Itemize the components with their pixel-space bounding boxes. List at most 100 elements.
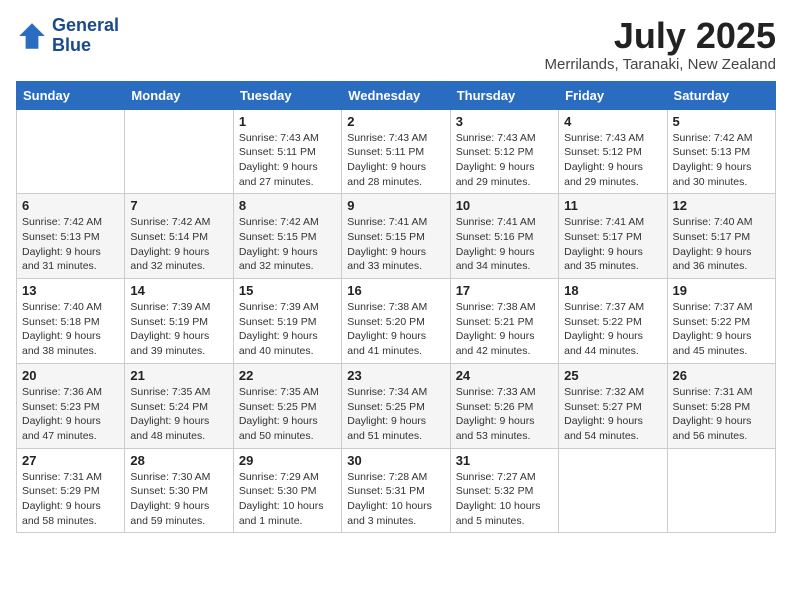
daylight-text: Daylight: 9 hours and 33 minutes. <box>347 246 426 273</box>
sunrise-text: Sunrise: 7:39 AM <box>239 301 319 313</box>
daylight-text: Daylight: 9 hours and 48 minutes. <box>130 415 209 442</box>
sunrise-text: Sunrise: 7:35 AM <box>130 386 210 398</box>
day-info: Sunrise: 7:27 AM Sunset: 5:32 PM Dayligh… <box>456 470 553 529</box>
sunrise-text: Sunrise: 7:37 AM <box>564 301 644 313</box>
sunset-text: Sunset: 5:27 PM <box>564 401 642 413</box>
calendar-cell: 9 Sunrise: 7:41 AM Sunset: 5:15 PM Dayli… <box>342 194 450 279</box>
sunrise-text: Sunrise: 7:41 AM <box>347 216 427 228</box>
daylight-text: Daylight: 9 hours and 36 minutes. <box>673 246 752 273</box>
day-number: 23 <box>347 368 444 383</box>
weekday-header: Wednesday <box>342 81 450 109</box>
sunset-text: Sunset: 5:28 PM <box>673 401 751 413</box>
calendar-cell: 16 Sunrise: 7:38 AM Sunset: 5:20 PM Dayl… <box>342 279 450 364</box>
calendar-cell: 29 Sunrise: 7:29 AM Sunset: 5:30 PM Dayl… <box>233 448 341 533</box>
day-number: 4 <box>564 114 661 129</box>
calendar-cell: 24 Sunrise: 7:33 AM Sunset: 5:26 PM Dayl… <box>450 363 558 448</box>
day-info: Sunrise: 7:36 AM Sunset: 5:23 PM Dayligh… <box>22 385 119 444</box>
sunset-text: Sunset: 5:15 PM <box>239 231 317 243</box>
day-number: 14 <box>130 283 227 298</box>
daylight-text: Daylight: 10 hours and 5 minutes. <box>456 500 541 527</box>
calendar-table: SundayMondayTuesdayWednesdayThursdayFrid… <box>16 81 776 534</box>
daylight-text: Daylight: 9 hours and 58 minutes. <box>22 500 101 527</box>
sunset-text: Sunset: 5:26 PM <box>456 401 534 413</box>
calendar-cell: 11 Sunrise: 7:41 AM Sunset: 5:17 PM Dayl… <box>559 194 667 279</box>
calendar-cell: 27 Sunrise: 7:31 AM Sunset: 5:29 PM Dayl… <box>17 448 125 533</box>
day-info: Sunrise: 7:35 AM Sunset: 5:24 PM Dayligh… <box>130 385 227 444</box>
sunrise-text: Sunrise: 7:40 AM <box>22 301 102 313</box>
sunrise-text: Sunrise: 7:31 AM <box>673 386 753 398</box>
day-number: 25 <box>564 368 661 383</box>
calendar-cell <box>17 109 125 194</box>
sunrise-text: Sunrise: 7:42 AM <box>130 216 210 228</box>
sunrise-text: Sunrise: 7:30 AM <box>130 471 210 483</box>
day-number: 8 <box>239 198 336 213</box>
sunset-text: Sunset: 5:22 PM <box>673 316 751 328</box>
calendar-week-row: 20 Sunrise: 7:36 AM Sunset: 5:23 PM Dayl… <box>17 363 776 448</box>
sunset-text: Sunset: 5:31 PM <box>347 485 425 497</box>
day-number: 3 <box>456 114 553 129</box>
daylight-text: Daylight: 9 hours and 47 minutes. <box>22 415 101 442</box>
logo-icon <box>16 20 48 52</box>
sunrise-text: Sunrise: 7:34 AM <box>347 386 427 398</box>
daylight-text: Daylight: 9 hours and 38 minutes. <box>22 330 101 357</box>
daylight-text: Daylight: 9 hours and 31 minutes. <box>22 246 101 273</box>
sunrise-text: Sunrise: 7:42 AM <box>673 132 753 144</box>
weekday-header: Monday <box>125 81 233 109</box>
daylight-text: Daylight: 9 hours and 39 minutes. <box>130 330 209 357</box>
sunset-text: Sunset: 5:25 PM <box>239 401 317 413</box>
sunset-text: Sunset: 5:32 PM <box>456 485 534 497</box>
sunrise-text: Sunrise: 7:27 AM <box>456 471 536 483</box>
day-number: 10 <box>456 198 553 213</box>
daylight-text: Daylight: 9 hours and 40 minutes. <box>239 330 318 357</box>
daylight-text: Daylight: 9 hours and 51 minutes. <box>347 415 426 442</box>
sunset-text: Sunset: 5:11 PM <box>347 146 424 158</box>
sunset-text: Sunset: 5:17 PM <box>564 231 642 243</box>
sunrise-text: Sunrise: 7:33 AM <box>456 386 536 398</box>
day-number: 13 <box>22 283 119 298</box>
sunrise-text: Sunrise: 7:31 AM <box>22 471 102 483</box>
calendar-cell: 8 Sunrise: 7:42 AM Sunset: 5:15 PM Dayli… <box>233 194 341 279</box>
daylight-text: Daylight: 9 hours and 41 minutes. <box>347 330 426 357</box>
day-number: 18 <box>564 283 661 298</box>
sunset-text: Sunset: 5:18 PM <box>22 316 100 328</box>
calendar-cell: 7 Sunrise: 7:42 AM Sunset: 5:14 PM Dayli… <box>125 194 233 279</box>
daylight-text: Daylight: 9 hours and 44 minutes. <box>564 330 643 357</box>
day-number: 16 <box>347 283 444 298</box>
calendar-week-row: 13 Sunrise: 7:40 AM Sunset: 5:18 PM Dayl… <box>17 279 776 364</box>
daylight-text: Daylight: 10 hours and 3 minutes. <box>347 500 432 527</box>
sunrise-text: Sunrise: 7:29 AM <box>239 471 319 483</box>
calendar-cell: 30 Sunrise: 7:28 AM Sunset: 5:31 PM Dayl… <box>342 448 450 533</box>
daylight-text: Daylight: 9 hours and 32 minutes. <box>130 246 209 273</box>
day-info: Sunrise: 7:42 AM Sunset: 5:14 PM Dayligh… <box>130 215 227 274</box>
calendar-cell: 22 Sunrise: 7:35 AM Sunset: 5:25 PM Dayl… <box>233 363 341 448</box>
sunset-text: Sunset: 5:24 PM <box>130 401 208 413</box>
day-number: 22 <box>239 368 336 383</box>
sunset-text: Sunset: 5:21 PM <box>456 316 534 328</box>
day-number: 29 <box>239 453 336 468</box>
weekday-header: Friday <box>559 81 667 109</box>
day-info: Sunrise: 7:38 AM Sunset: 5:20 PM Dayligh… <box>347 300 444 359</box>
location: Merrilands, Taranaki, New Zealand <box>545 56 777 73</box>
weekday-header: Sunday <box>17 81 125 109</box>
day-number: 15 <box>239 283 336 298</box>
sunset-text: Sunset: 5:13 PM <box>673 146 751 158</box>
weekday-header: Saturday <box>667 81 775 109</box>
daylight-text: Daylight: 9 hours and 29 minutes. <box>456 161 535 188</box>
day-number: 31 <box>456 453 553 468</box>
day-info: Sunrise: 7:43 AM Sunset: 5:11 PM Dayligh… <box>239 131 336 190</box>
day-number: 24 <box>456 368 553 383</box>
sunrise-text: Sunrise: 7:39 AM <box>130 301 210 313</box>
day-info: Sunrise: 7:37 AM Sunset: 5:22 PM Dayligh… <box>564 300 661 359</box>
daylight-text: Daylight: 9 hours and 35 minutes. <box>564 246 643 273</box>
day-number: 1 <box>239 114 336 129</box>
calendar-cell: 25 Sunrise: 7:32 AM Sunset: 5:27 PM Dayl… <box>559 363 667 448</box>
calendar-cell: 3 Sunrise: 7:43 AM Sunset: 5:12 PM Dayli… <box>450 109 558 194</box>
sunset-text: Sunset: 5:11 PM <box>239 146 316 158</box>
day-number: 17 <box>456 283 553 298</box>
daylight-text: Daylight: 9 hours and 29 minutes. <box>564 161 643 188</box>
sunrise-text: Sunrise: 7:28 AM <box>347 471 427 483</box>
sunrise-text: Sunrise: 7:37 AM <box>673 301 753 313</box>
day-info: Sunrise: 7:39 AM Sunset: 5:19 PM Dayligh… <box>239 300 336 359</box>
sunset-text: Sunset: 5:30 PM <box>239 485 317 497</box>
day-info: Sunrise: 7:28 AM Sunset: 5:31 PM Dayligh… <box>347 470 444 529</box>
